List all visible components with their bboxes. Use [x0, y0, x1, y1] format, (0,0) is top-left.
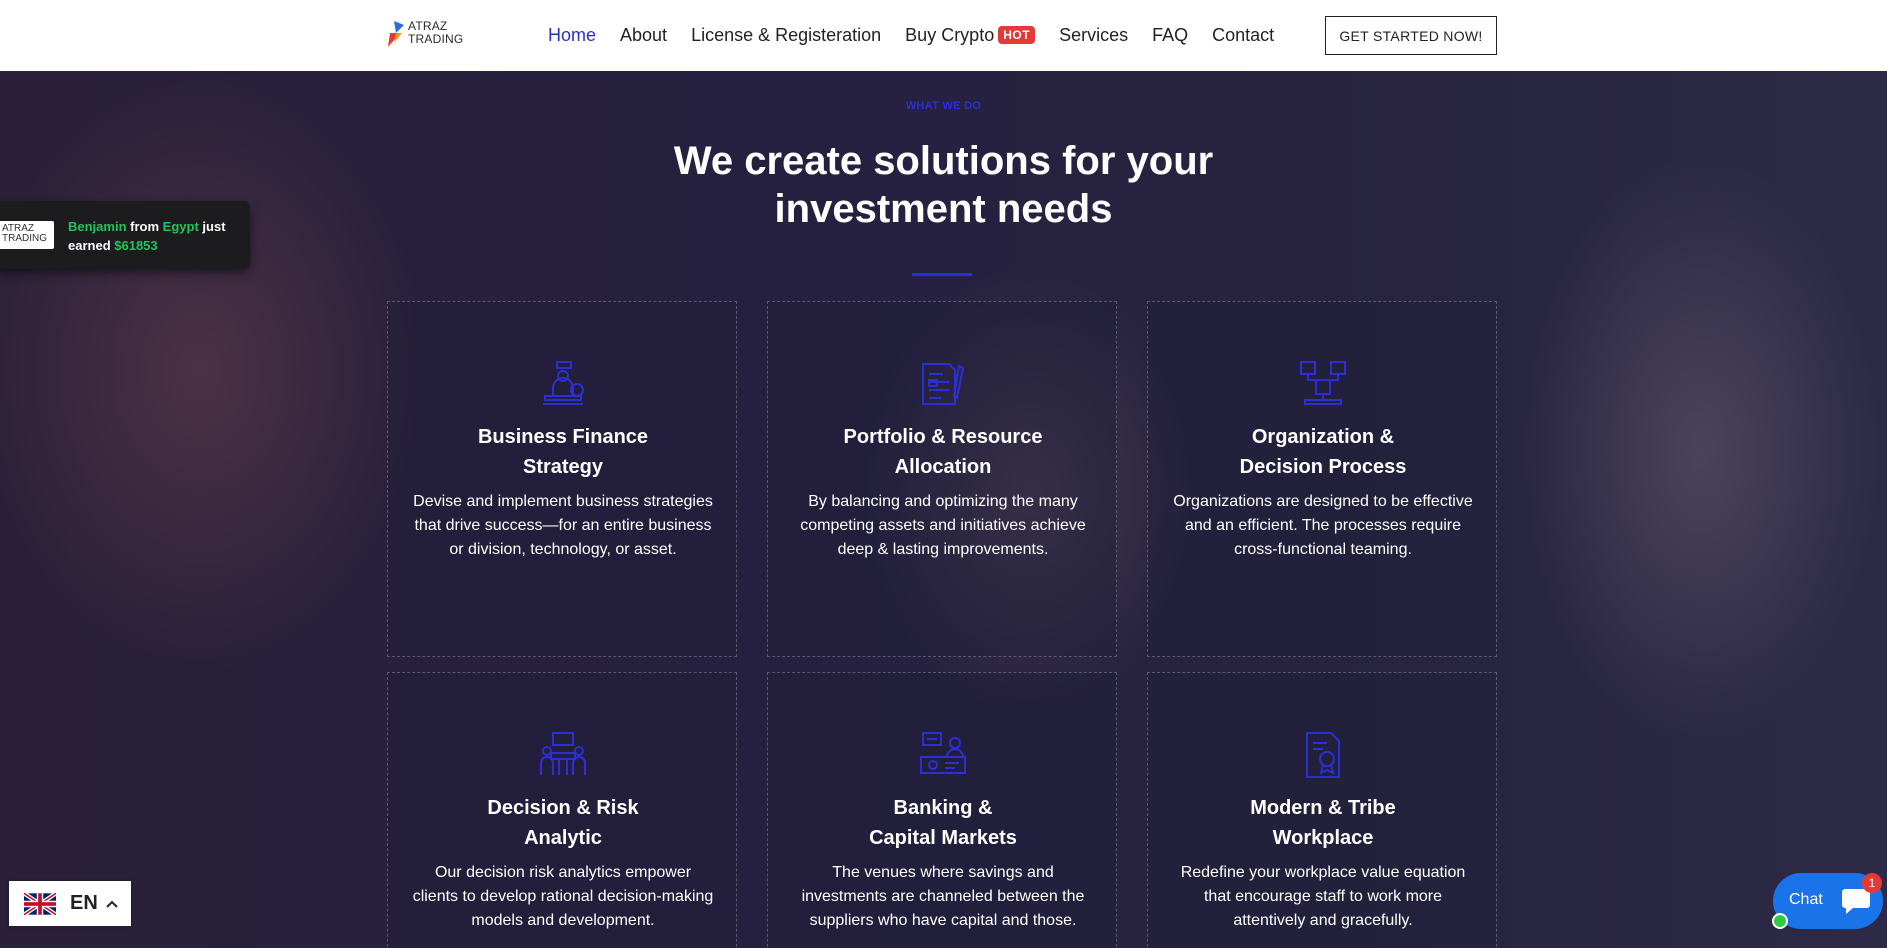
site-header: ATRAZ TRADING Home About License & Regis… — [0, 0, 1887, 71]
nav-home[interactable]: Home — [548, 25, 596, 46]
logo-mark-icon — [388, 21, 404, 47]
notification-name: Benjamin — [68, 219, 127, 234]
nav-faq[interactable]: FAQ — [1152, 25, 1188, 46]
card-description: By balancing and optimizing the many com… — [800, 493, 1086, 558]
org-chart-icon — [1300, 361, 1346, 405]
hot-badge: HOT — [998, 26, 1036, 44]
nav-about[interactable]: About — [620, 25, 667, 46]
service-card-organization[interactable]: Organization & Decision Process Organiza… — [1147, 301, 1497, 657]
site-logo[interactable]: ATRAZ TRADING — [386, 17, 466, 51]
language-code: EN — [70, 892, 98, 914]
service-card-banking[interactable]: Banking & Capital Markets The venues whe… — [767, 672, 1117, 948]
notification-text: Benjamin from Egypt just earned $61853 — [68, 219, 226, 253]
main-nav: Home About License & Registeration Buy C… — [548, 22, 1298, 48]
notification-country: Egypt — [162, 219, 199, 234]
nav-license[interactable]: License & Registeration — [691, 25, 881, 46]
card-description: Organizations are designed to be effecti… — [1173, 493, 1473, 558]
certificate-icon — [1306, 732, 1340, 778]
service-card-business-finance[interactable]: Business Finance Strategy Devise and imp… — [387, 301, 737, 657]
notification-amount: $61853 — [114, 238, 158, 253]
service-card-decision-risk[interactable]: Decision & Risk Analytic Our decision ri… — [387, 672, 737, 948]
heading-underline — [912, 273, 972, 276]
language-switcher[interactable]: EN — [9, 881, 131, 926]
card-description: Our decision risk analytics empower clie… — [412, 864, 714, 929]
get-started-button[interactable]: GET STARTED NOW! — [1325, 16, 1497, 55]
chat-widget-button[interactable]: Chat 1 — [1773, 873, 1883, 929]
uk-flag-icon — [24, 891, 56, 916]
meeting-table-icon — [540, 732, 586, 775]
business-person-icon — [543, 361, 584, 405]
logo-line2: TRADING — [408, 32, 464, 46]
card-description: The venues where savings and investments… — [801, 864, 1085, 929]
card-description: Redefine your workplace value equation t… — [1180, 864, 1466, 929]
services-section: WHAT WE DO We create solutions for your … — [0, 71, 1887, 948]
chevron-up-icon — [106, 900, 118, 908]
document-pen-icon — [922, 363, 965, 405]
section-eyebrow: WHAT WE DO — [905, 100, 982, 112]
banking-icon — [920, 732, 966, 774]
nav-contact[interactable]: Contact — [1212, 25, 1274, 46]
nav-services[interactable]: Services — [1059, 25, 1128, 46]
chat-unread-badge: 1 — [1862, 873, 1882, 893]
earnings-notification[interactable]: ATRAZ TRADING Benjamin from Egypt just e… — [0, 201, 250, 269]
chat-label: Chat — [1789, 891, 1823, 908]
card-description: Devise and implement business strategies… — [413, 493, 713, 558]
online-status-dot — [1772, 913, 1788, 929]
service-card-workplace[interactable]: Modern & Tribe Workplace Redefine your w… — [1147, 672, 1497, 948]
section-heading: We create solutions for your investment … — [673, 139, 1214, 231]
nav-buy-crypto[interactable]: Buy Crypto HOT — [905, 25, 1036, 46]
service-card-portfolio[interactable]: Portfolio & Resource Allocation By balan… — [767, 301, 1117, 657]
notification-logo: ATRAZ TRADING — [0, 221, 54, 249]
